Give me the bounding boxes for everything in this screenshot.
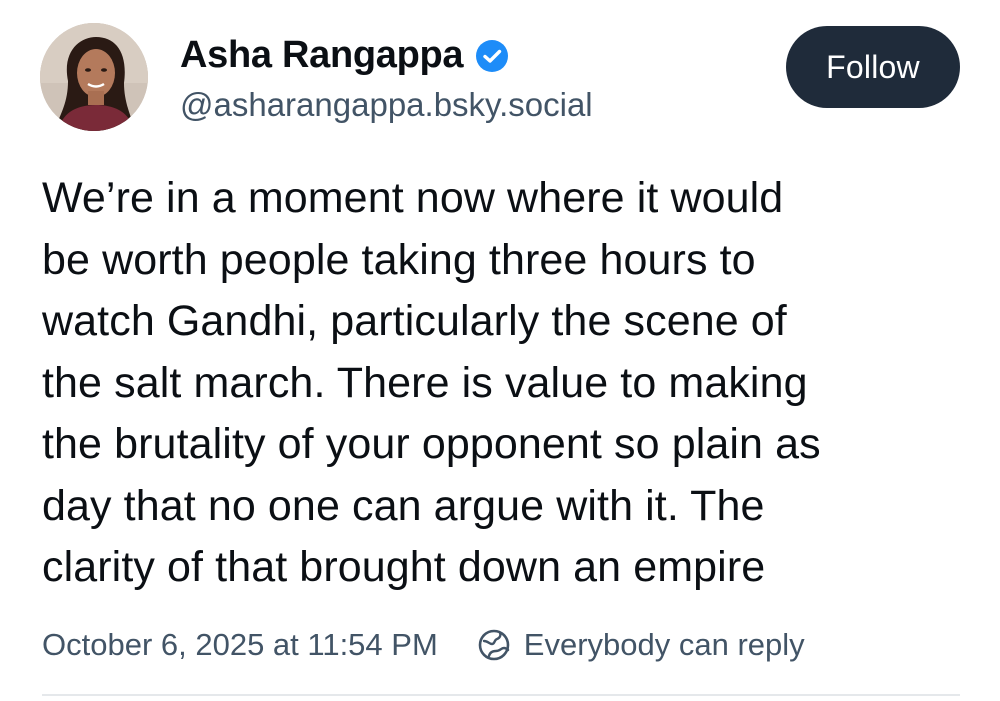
reply-setting[interactable]: Everybody can reply bbox=[476, 627, 805, 663]
post-timestamp[interactable]: October 6, 2025 at 11:54 PM bbox=[42, 627, 438, 663]
post-meta: October 6, 2025 at 11:54 PM Everybody ca… bbox=[42, 622, 805, 668]
post-text: We’re in a moment now where it would be … bbox=[42, 174, 821, 591]
author-name-row: Asha Rangappa bbox=[180, 30, 509, 80]
reply-setting-label: Everybody can reply bbox=[523, 627, 805, 662]
avatar[interactable] bbox=[40, 23, 148, 131]
divider bbox=[42, 694, 960, 696]
globe-reply-icon bbox=[476, 627, 512, 663]
author-handle[interactable]: @asharangappa.bsky.social bbox=[180, 86, 593, 124]
avatar-image bbox=[40, 23, 148, 131]
verified-badge-icon[interactable] bbox=[475, 39, 509, 73]
follow-button[interactable]: Follow bbox=[786, 26, 960, 108]
post-card: Asha Rangappa @asharangappa.bsky.social … bbox=[0, 0, 1000, 701]
display-name[interactable]: Asha Rangappa bbox=[180, 34, 464, 77]
